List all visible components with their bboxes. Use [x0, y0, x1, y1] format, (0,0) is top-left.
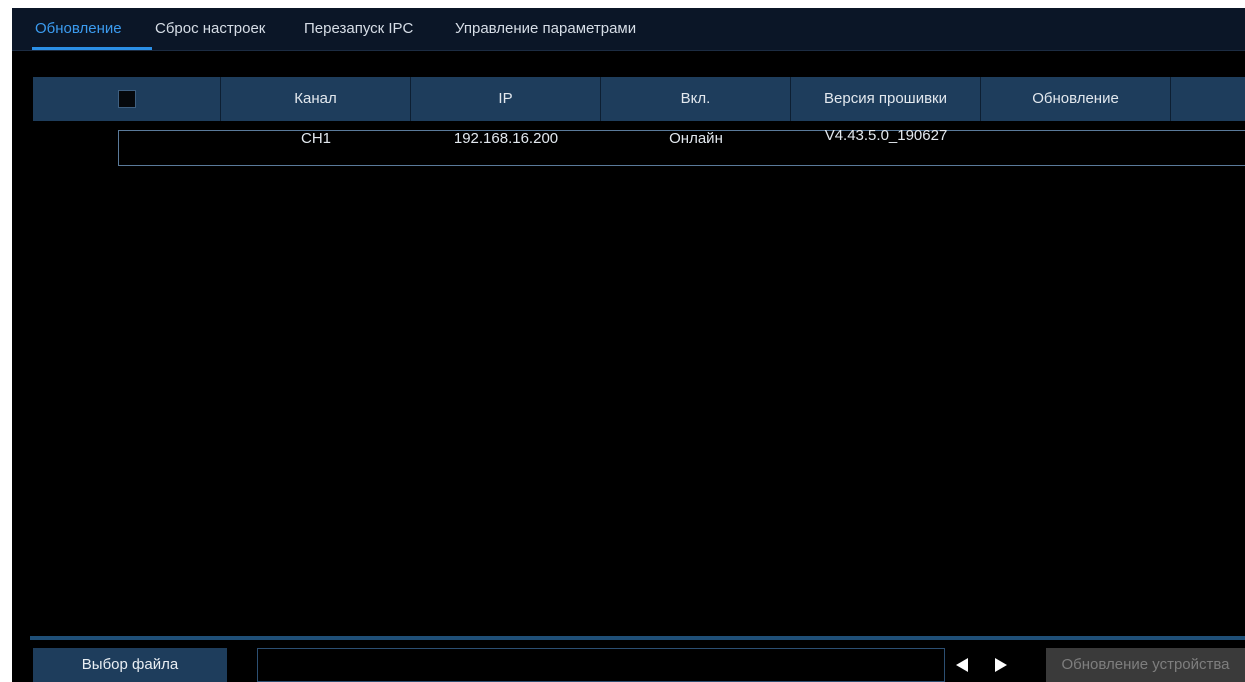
cell-firmware: V4.43.5.0_190627 [824, 127, 948, 144]
cell-ip: 192.168.16.200 [453, 130, 559, 147]
footer-divider [30, 636, 1245, 640]
cell-channel: CH1 [300, 130, 331, 147]
header-channel: Канал [221, 77, 411, 121]
tab-parameter-management[interactable]: Управление параметрами [455, 20, 636, 37]
header-firmware-version: Версия прошивки [791, 77, 981, 121]
file-path-field[interactable] [257, 648, 945, 682]
table-header: Канал IP Вкл. Версия прошивки Обновление [33, 77, 1245, 121]
tab-upgrade[interactable]: Обновление [35, 20, 122, 37]
tab-factory-reset[interactable]: Сброс настроек [155, 20, 265, 37]
header-ip: IP [411, 77, 601, 121]
header-extra [1171, 77, 1245, 121]
header-select-all-cell [33, 77, 221, 121]
select-all-checkbox[interactable] [118, 90, 136, 108]
header-upgrade: Обновление [981, 77, 1171, 121]
cell-status: Онлайн [669, 130, 723, 147]
cell-upgrade [981, 122, 1171, 156]
device-upgrade-button[interactable]: Обновление устройства [1046, 648, 1245, 682]
prev-page-button[interactable] [947, 648, 977, 682]
tab-restart-ipc[interactable]: Перезапуск IPC [304, 20, 413, 37]
triangle-right-icon [995, 658, 1007, 672]
tab-bar: Обновление Сброс настроек Перезапуск IPC… [12, 8, 1245, 51]
select-file-button[interactable]: Выбор файла [33, 648, 227, 682]
active-tab-indicator [32, 47, 152, 50]
table-row[interactable]: CH1 192.168.16.200 Онлайн V4.43.5.0_1906… [33, 122, 1245, 166]
upgrade-screen: Обновление Сброс настроек Перезапуск IPC… [12, 8, 1245, 682]
triangle-left-icon [956, 658, 968, 672]
next-page-button[interactable] [986, 648, 1016, 682]
header-status: Вкл. [601, 77, 791, 121]
